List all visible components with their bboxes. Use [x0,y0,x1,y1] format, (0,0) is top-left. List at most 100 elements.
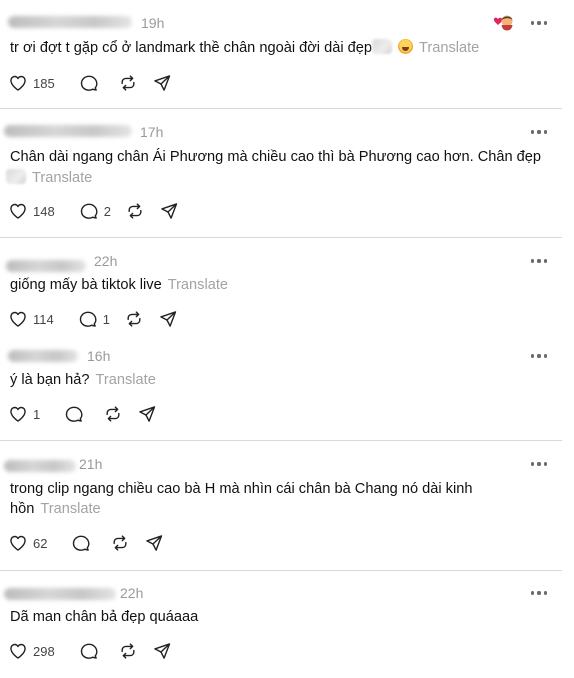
send-icon [160,311,177,327]
divider [0,108,562,109]
like-count: 1 [33,406,41,422]
like-count: 148 [33,203,55,219]
share-button[interactable] [158,309,178,329]
share-button[interactable] [159,201,179,221]
divider [0,570,562,571]
comment-icon [73,535,90,551]
more-options-button[interactable] [531,253,547,269]
username-blurred[interactable] [6,260,86,272]
comment-body: tr ơi đợt t gặp cổ ở landmark thề chân n… [10,40,372,56]
comment-icon [80,643,98,659]
like-button[interactable]: 185 [8,73,55,93]
like-button[interactable]: 1 [8,404,40,424]
comment-body-line2: hồn [10,501,35,517]
reply-button[interactable] [79,73,104,93]
repost-button[interactable] [124,309,144,329]
like-button[interactable]: 62 [8,533,47,553]
post-time: 17h [140,124,164,140]
comment-icon [79,311,97,327]
heart-icon [10,311,26,327]
username-blurred[interactable] [4,588,116,600]
repost-button[interactable] [125,201,145,221]
like-count: 62 [33,535,48,551]
emoji-blurred [371,39,392,54]
crying-face-emoji-icon [397,39,413,54]
post-time: 21h [79,456,103,472]
send-icon [146,535,163,551]
comment-text: ý là bạn hả? Translate [10,368,156,392]
post-time: 19h [141,15,165,31]
username-blurred[interactable] [8,16,132,28]
like-button[interactable]: 148 [8,201,55,221]
like-button[interactable]: 298 [8,641,55,661]
send-icon [139,406,156,422]
comment-body: ý là bạn hả? [10,372,90,388]
comment-body: Dã man chân bả đẹp quáaaa [10,609,199,625]
repost-button[interactable] [110,533,130,553]
more-options-button[interactable] [531,348,547,364]
reply-button[interactable] [71,533,96,553]
share-button[interactable] [152,73,172,93]
share-button[interactable] [137,404,157,424]
action-bar: 148 2 [8,201,193,221]
reply-count: 1 [102,311,110,327]
post-time: 22h [120,585,144,601]
reply-count: 2 [103,203,111,219]
reply-button[interactable] [64,404,89,424]
like-count: 298 [33,643,55,659]
comment-feed: 19h tr ơi đợt t gặp cổ ở landmark thề ch… [0,0,574,678]
username-blurred[interactable] [4,125,132,137]
repost-icon [128,203,142,219]
divider [0,440,562,441]
repost-button[interactable] [118,641,138,661]
share-button[interactable] [144,533,164,553]
reaction-badge-icon [493,15,513,31]
translate-link[interactable]: Translate [419,40,479,56]
comment-body-line1: trong clip ngang chiều cao bà H mà nhìn … [10,481,473,497]
comment-text: tr ơi đợt t gặp cổ ở landmark thề chân n… [10,36,479,60]
comment-text: giống mấy bà tiktok live Translate [10,273,228,297]
translate-link[interactable]: Translate [96,372,156,388]
heart-icon [10,203,26,219]
action-bar: 1 [8,404,171,424]
more-options-button[interactable] [531,15,547,31]
comment-icon [66,406,83,422]
more-options-button[interactable] [531,456,547,472]
reply-button[interactable] [79,641,104,661]
action-bar: 185 [8,73,186,93]
post-time: 22h [94,253,118,269]
heart-icon [10,643,26,659]
share-button[interactable] [152,641,172,661]
repost-button[interactable] [118,73,138,93]
emoji-blurred [6,169,26,184]
translate-link[interactable]: Translate [168,277,228,293]
comment-text: Dã man chân bả đẹp quáaaa [10,605,198,629]
comment-body: giống mấy bà tiktok live [10,277,162,293]
send-icon [161,203,178,219]
send-icon [153,643,170,659]
send-icon [153,75,170,91]
repost-icon [127,311,141,327]
translate-link[interactable]: Translate [40,501,100,517]
more-options-button[interactable] [531,124,547,140]
translate-link[interactable]: Translate [32,170,92,186]
action-bar: 62 [8,533,178,553]
comment-body: Chân dài ngang chân Ái Phương mà chiều c… [10,149,542,165]
repost-button[interactable] [103,404,123,424]
like-count: 185 [33,75,55,91]
username-blurred[interactable] [4,460,76,472]
reply-button[interactable]: 1 [78,309,110,329]
username-blurred[interactable] [8,350,78,362]
heart-icon [10,406,26,422]
action-bar: 298 [8,641,186,661]
reply-button[interactable]: 2 [79,201,111,221]
repost-icon [113,535,128,551]
comment-text-line2: hồn Translate [10,497,101,521]
more-options-button[interactable] [531,585,547,601]
like-count: 114 [33,311,54,327]
repost-icon [121,75,135,91]
heart-icon [10,535,26,551]
like-button[interactable]: 114 [8,309,54,329]
comment-text-line2: Translate [6,166,92,190]
action-bar: 114 1 [8,309,192,329]
